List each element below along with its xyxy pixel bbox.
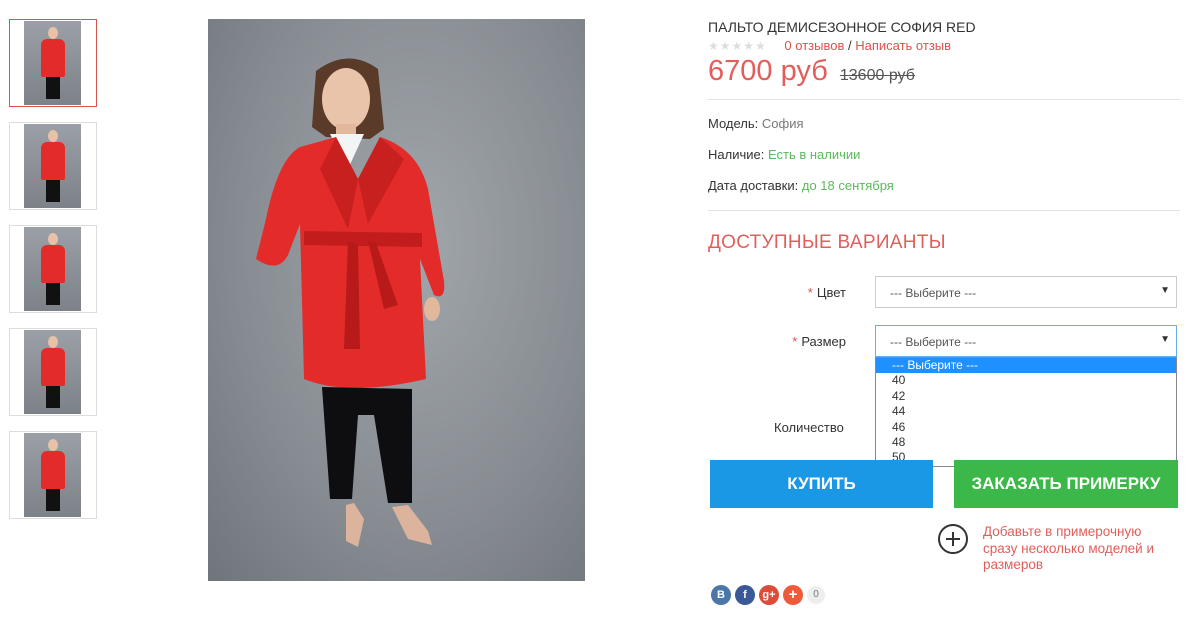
more-share-icon[interactable]: +	[783, 585, 803, 605]
product-main-image[interactable]	[208, 19, 585, 581]
rating-stars: ★★★★★	[708, 39, 767, 53]
thumbnail-1[interactable]	[9, 19, 97, 107]
thumbnail-image	[24, 124, 81, 208]
fitting-note: Добавьте в примерочную сразу несколько м…	[983, 524, 1155, 572]
delivery-value: до 18 сентября	[801, 178, 894, 193]
thumbnail-image	[24, 21, 81, 105]
size-option[interactable]: 44	[876, 404, 1176, 419]
color-label-text: Цвет	[816, 285, 846, 300]
quantity-label: Количество	[774, 420, 844, 435]
model-label: Модель:	[708, 116, 759, 131]
google-plus-icon[interactable]: g+	[759, 585, 779, 605]
size-select[interactable]: --- Выберите --- ▼	[875, 325, 1177, 357]
thumbnail-2[interactable]	[9, 122, 97, 210]
write-review-link[interactable]: Написать отзыв	[855, 38, 951, 53]
thumbnail-image	[24, 227, 81, 311]
chevron-down-icon: ▼	[1160, 285, 1170, 296]
product-title: ПАЛЬТО ДЕМИСЕЗОННОЕ СОФИЯ RED	[708, 19, 976, 35]
separator: /	[844, 38, 856, 53]
thumbnail-image	[24, 433, 81, 517]
size-option[interactable]: --- Выберите ---	[876, 358, 1176, 374]
divider	[708, 99, 1180, 100]
size-label: * Размер	[770, 334, 846, 349]
size-option[interactable]: 46	[876, 420, 1176, 435]
model-line: Модель: София	[708, 116, 804, 131]
model-value: София	[761, 116, 804, 131]
size-label-text: Размер	[801, 334, 846, 349]
required-mark: *	[807, 285, 813, 300]
size-option[interactable]: 48	[876, 435, 1176, 450]
price-block: 6700 руб 13600 руб	[708, 55, 915, 88]
model-figure	[256, 58, 445, 547]
required-mark: *	[792, 334, 798, 349]
thumbnail-list	[9, 19, 97, 534]
thumbnail-5[interactable]	[9, 431, 97, 519]
rating-row: ★★★★★ 0 отзывов / Написать отзыв	[708, 38, 951, 53]
color-select[interactable]: --- Выберите --- ▼	[875, 276, 1177, 308]
current-price: 6700 руб	[708, 55, 828, 87]
order-fitting-button[interactable]: ЗАКАЗАТЬ ПРИМЕРКУ	[954, 460, 1178, 508]
delivery-label: Дата доставки:	[708, 178, 799, 193]
availability-label: Наличие:	[708, 147, 765, 162]
divider	[708, 210, 1180, 211]
vk-icon[interactable]: В	[711, 585, 731, 605]
add-to-fitting-icon[interactable]	[938, 524, 968, 554]
share-count: 0	[807, 586, 825, 604]
delivery-line: Дата доставки: до 18 сентября	[708, 178, 894, 193]
availability-line: Наличие: Есть в наличии	[708, 147, 860, 162]
size-option[interactable]: 40	[876, 373, 1176, 388]
availability-value: Есть в наличии	[767, 147, 861, 162]
thumbnail-4[interactable]	[9, 328, 97, 416]
facebook-icon[interactable]: f	[735, 585, 755, 605]
reviews-link[interactable]: 0 отзывов	[784, 38, 844, 53]
size-option[interactable]: 42	[876, 389, 1176, 404]
variants-heading: ДОСТУПНЫЕ ВАРИАНТЫ	[708, 232, 946, 253]
color-select-value: --- Выберите ---	[890, 286, 977, 300]
thumbnail-3[interactable]	[9, 225, 97, 313]
color-label: * Цвет	[780, 285, 846, 300]
size-select-value: --- Выберите ---	[890, 335, 977, 349]
buy-button[interactable]: КУПИТЬ	[710, 460, 933, 508]
chevron-down-icon: ▼	[1160, 334, 1170, 345]
size-dropdown-list: --- Выберите --- 40 42 44 46 48 50	[875, 357, 1177, 467]
old-price: 13600 руб	[839, 67, 915, 84]
thumbnail-image	[24, 330, 81, 414]
